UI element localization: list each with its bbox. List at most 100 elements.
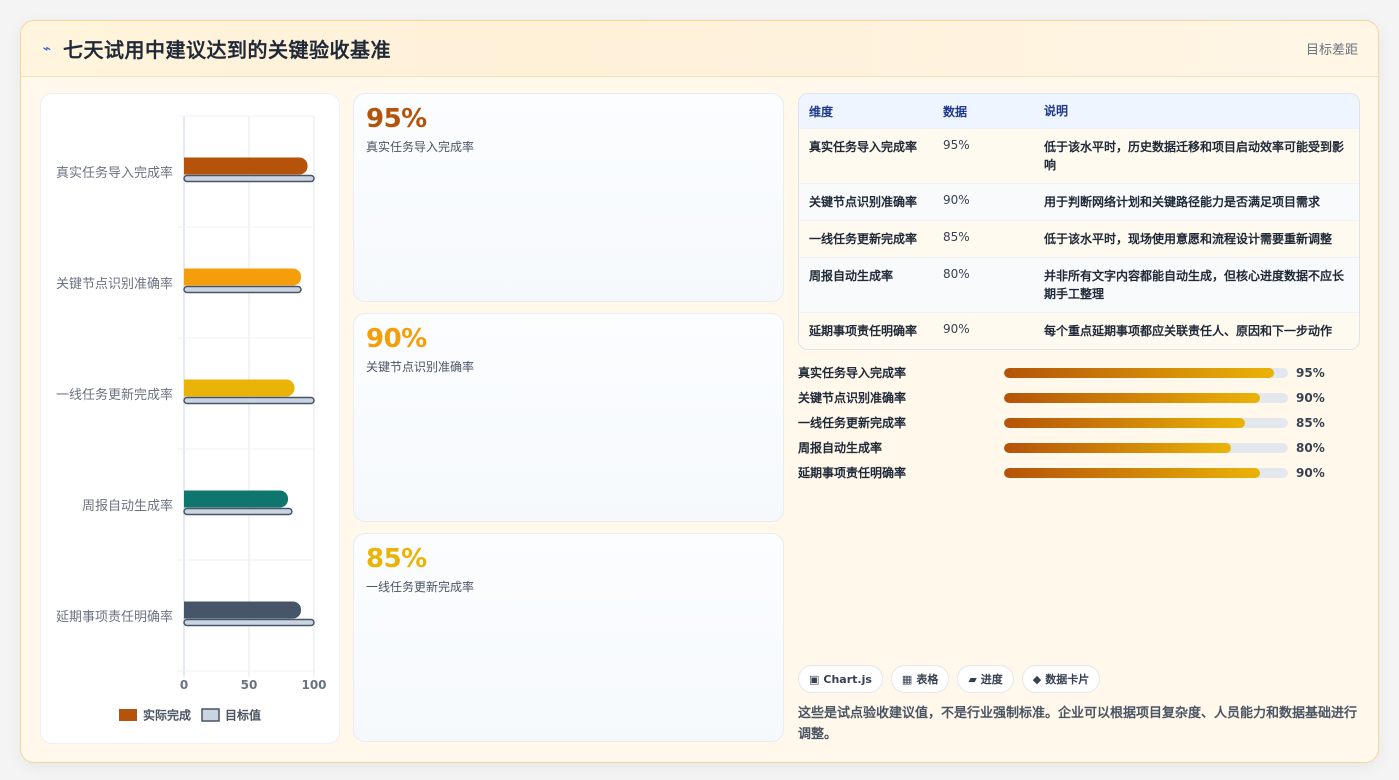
cell-dimension: 关键节点识别准确率 [809, 195, 918, 209]
legend-label-target: 目标值 [225, 708, 261, 723]
progress-fill [1004, 367, 1274, 378]
progress-list: 真实任务导入完成率 95% 关键节点识别准确率 90% 一线任务更新完成率 85… [798, 360, 1360, 485]
cell-description: 低于该水平时，历史数据迁移和项目启动效率可能受到影响 [1044, 140, 1345, 172]
bar-target [183, 285, 302, 294]
cell-description: 低于该水平时，现场使用意愿和流程设计需要重新调整 [1044, 232, 1333, 246]
bar-actual-edge [184, 268, 194, 286]
diamond-icon: ◆ [1032, 672, 1042, 686]
y-tick-label: 关键节点识别准确率 [56, 276, 173, 292]
tag-data-card[interactable]: ◆ 数据卡片 [1021, 665, 1101, 693]
tag-list: ▣ Chart.js ▦ 表格 ▰ 进度 ◆ 数据卡片 [798, 665, 1101, 693]
tag-label: 表格 [916, 673, 939, 686]
footnote: 这些是试点验收建议值，不是行业强制标准。企业可以根据项目复杂度、人员能力和数据基… [798, 706, 1358, 742]
bar-actual [184, 601, 301, 619]
tag-label: 进度 [980, 673, 1003, 686]
cell-dimension: 一线任务更新完成率 [809, 232, 918, 246]
bar-actual [184, 268, 301, 286]
bar-actual [184, 379, 295, 397]
bar-target [183, 396, 315, 405]
progress-label: 周报自动生成率 [798, 441, 883, 455]
column-header-data[interactable]: 数据 [933, 103, 1034, 120]
legend-swatch-actual [119, 709, 137, 721]
progress-track [1004, 417, 1288, 428]
progress-row: 延期事项责任明确率 90% [798, 460, 1360, 485]
bar-target [183, 174, 315, 183]
bar-target [183, 618, 315, 627]
cell-description: 每个重点延期事项都应关联责任人、原因和下一步动作 [1044, 324, 1333, 338]
table-row: 真实任务导入完成率 95% 低于该水平时，历史数据迁移和项目启动效率可能受到影响 [799, 128, 1359, 183]
tag-progress[interactable]: ▰ 进度 [957, 665, 1014, 693]
progress-fill [1004, 392, 1260, 403]
progress-icon: ▰ [968, 672, 977, 686]
progress-label: 真实任务导入完成率 [798, 366, 907, 380]
table-icon: ▦ [901, 672, 913, 686]
bar-chart-card: 真实任务导入完成率 关键节点识别准确率 一线任务更新完成率周报自动生成率延期事项责任… [40, 93, 340, 744]
panel-header: ⌁ 七天试用中建议达到的关键验收基准 目标差距 [21, 21, 1378, 77]
progress-value: 90% [1296, 390, 1325, 405]
progress-row: 真实任务导入完成率 95% [798, 360, 1360, 385]
progress-value: 90% [1296, 465, 1325, 480]
table-row: 周报自动生成率 80% 并非所有文字内容都能自动生成，但核心进度数据不应长期手工… [799, 257, 1359, 312]
kpi-card: 85% 一线任务更新完成率 [353, 533, 784, 742]
benchmark-panel: ⌁ 七天试用中建议达到的关键验收基准 目标差距 真实任务导入完成率 关键节点识别准… [20, 20, 1379, 763]
kpi-card: 95% 真实任务导入完成率 [353, 93, 784, 302]
progress-value: 80% [1296, 440, 1325, 455]
tag-label: 数据卡片 [1045, 673, 1090, 686]
bar-chart: 真实任务导入完成率关键节点识别准确率一线任务更新完成率周报自动生成率延期事项责任… [56, 115, 327, 723]
cell-description: 用于判断网络计划和关键路径能力是否满足项目需求 [1044, 195, 1321, 209]
bar-actual-edge [184, 157, 194, 175]
table-row: 关键节点识别准确率 90% 用于判断网络计划和关键路径能力是否满足项目需求 [799, 183, 1359, 220]
x-tick-label: 0 [180, 678, 188, 692]
progress-fill [1004, 417, 1246, 428]
cell-description: 并非所有文字内容都能自动生成，但核心进度数据不应长期手工整理 [1044, 269, 1345, 301]
right-column: 维度 数据 说明 真实任务导入完成率 95% 低于该水平时，历史数据迁移和项目启… [798, 93, 1360, 485]
table-row: 延期事项责任明确率 90% 每个重点延期事项都应关联责任人、原因和下一步动作 [799, 312, 1359, 349]
tag-table[interactable]: ▦ 表格 [890, 665, 950, 693]
progress-label: 延期事项责任明确率 [798, 466, 907, 480]
bar-actual-edge [184, 490, 194, 508]
table-header: 维度 数据 说明 [799, 94, 1359, 128]
y-tick-label: 周报自动生成率 [82, 498, 173, 514]
progress-track [1004, 367, 1288, 378]
legend-label-actual: 实际完成 [143, 708, 191, 723]
kpi-card: 90% 关键节点识别准确率 [353, 313, 784, 522]
bar-actual [184, 157, 308, 175]
chart-icon: ▣ [809, 672, 820, 686]
progress-label: 一线任务更新完成率 [798, 416, 907, 430]
cell-value: 90% [943, 322, 970, 336]
progress-fill [1004, 467, 1260, 478]
x-tick-label: 100 [301, 678, 326, 692]
benchmark-table: 维度 数据 说明 真实任务导入完成率 95% 低于该水平时，历史数据迁移和项目启… [798, 93, 1360, 350]
progress-row: 周报自动生成率 80% [798, 435, 1360, 460]
cell-dimension: 真实任务导入完成率 [809, 140, 918, 154]
y-tick-label: 一线任务更新完成率 [56, 387, 173, 403]
legend-swatch-target [201, 708, 220, 722]
tag-chartjs[interactable]: ▣ Chart.js [798, 665, 883, 693]
progress-value: 95% [1296, 365, 1325, 380]
kpi-value: 95% [366, 104, 427, 134]
y-tick-label: 真实任务导入完成率 [56, 165, 173, 181]
cell-value: 95% [943, 138, 970, 152]
kpi-label: 一线任务更新完成率 [366, 580, 475, 594]
progress-track [1004, 392, 1288, 403]
cell-dimension: 周报自动生成率 [809, 269, 894, 283]
kpi-label: 真实任务导入完成率 [366, 140, 475, 154]
bar-actual-edge [184, 379, 194, 397]
column-header-description[interactable]: 说明 [1034, 102, 1359, 120]
cell-value: 85% [943, 230, 970, 244]
page-title: 七天试用中建议达到的关键验收基准 [63, 38, 391, 62]
kpi-value: 85% [366, 544, 427, 574]
progress-row: 一线任务更新完成率 85% [798, 410, 1360, 435]
progress-track [1004, 467, 1288, 478]
progress-track [1004, 442, 1288, 453]
y-tick-label: 延期事项责任明确率 [56, 609, 173, 625]
progress-label: 关键节点识别准确率 [798, 391, 907, 405]
column-header-dimension[interactable]: 维度 [799, 103, 933, 120]
cell-value: 90% [943, 193, 970, 207]
bar-actual [184, 490, 288, 508]
tag-label: Chart.js [823, 672, 872, 686]
cell-dimension: 延期事项责任明确率 [809, 324, 918, 338]
kpi-cards: 95% 真实任务导入完成率 90% 关键节点识别准确率 85% 一线任务更新完成… [353, 93, 784, 753]
bar-actual-edge [184, 601, 194, 619]
kpi-label: 关键节点识别准确率 [366, 360, 475, 374]
